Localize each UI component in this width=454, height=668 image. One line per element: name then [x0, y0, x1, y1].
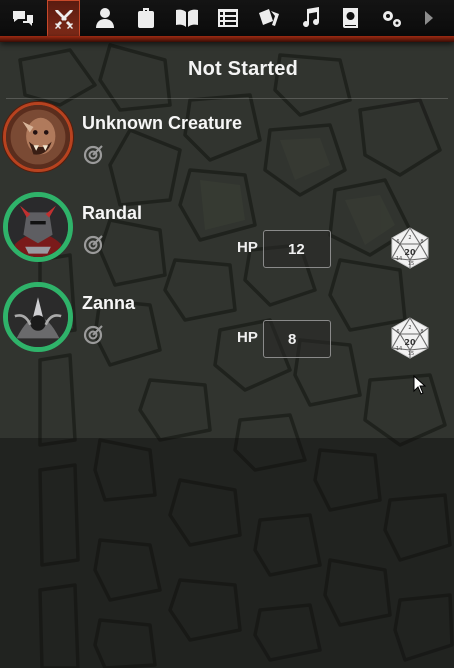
open-book-icon — [175, 9, 198, 27]
list-icon — [217, 9, 238, 27]
hooded-figure-portrait — [8, 287, 68, 347]
chat-bubbles-icon — [12, 11, 33, 26]
combatant-name: Zanna — [82, 293, 136, 313]
crossed-swords-icon — [54, 10, 73, 29]
svg-text:14: 14 — [396, 256, 402, 262]
tab-combat[interactable] — [47, 0, 80, 38]
music-note-icon — [302, 7, 319, 28]
tab-cards[interactable] — [252, 1, 285, 35]
svg-text:8: 8 — [420, 329, 423, 335]
tab-compendium[interactable] — [334, 1, 367, 35]
svg-text:20: 20 — [404, 248, 416, 257]
target-icon[interactable] — [82, 324, 104, 346]
svg-text:2: 2 — [408, 235, 411, 241]
backpack-icon — [137, 8, 154, 28]
hp-input[interactable] — [263, 230, 331, 268]
target-icon[interactable] — [82, 144, 104, 166]
roll-initiative-button[interactable]: 20 6 2 8 14 15 — [388, 316, 432, 360]
svg-text:15: 15 — [408, 351, 414, 357]
gears-icon — [382, 11, 401, 27]
combatant-name: Randal — [82, 203, 143, 223]
combatant-row[interactable]: Randal HP 20 6 2 8 14 15 — [0, 192, 454, 276]
tab-playlists[interactable] — [293, 1, 326, 35]
tab-collapse[interactable] — [420, 1, 438, 35]
target-icon[interactable] — [82, 234, 104, 256]
svg-text:6: 6 — [396, 239, 399, 245]
svg-text:15: 15 — [408, 261, 414, 267]
svg-text:14: 14 — [396, 346, 402, 352]
atlas-icon — [342, 8, 358, 28]
caret-right-icon — [425, 11, 433, 25]
combatant-row[interactable]: Zanna HP 20 6 2 8 14 15 — [0, 282, 454, 366]
svg-text:6: 6 — [396, 329, 399, 335]
empty-tracker-area — [0, 438, 454, 668]
roll-initiative-button[interactable]: 20 6 2 8 14 15 — [388, 226, 432, 270]
d20-icon: 20 6 2 8 14 15 — [391, 226, 429, 269]
tab-settings[interactable] — [375, 1, 408, 35]
hp-label: HP — [237, 329, 258, 346]
tab-journal[interactable] — [170, 1, 203, 35]
avatar[interactable] — [3, 102, 73, 172]
hp-label: HP — [237, 239, 258, 256]
hp-input[interactable] — [263, 320, 331, 358]
sidebar-tab-bar — [0, 0, 454, 38]
header-divider — [6, 98, 448, 99]
combatant-name: Unknown Creature — [82, 113, 243, 133]
person-icon — [95, 8, 114, 28]
svg-text:20: 20 — [404, 338, 416, 347]
svg-text:8: 8 — [420, 239, 423, 245]
avatar[interactable] — [3, 192, 73, 262]
tab-items[interactable] — [129, 1, 162, 35]
tab-tables[interactable] — [211, 1, 244, 35]
tab-chat[interactable] — [6, 1, 39, 35]
avatar[interactable] — [3, 282, 73, 352]
d20-icon: 20 6 2 8 14 15 — [391, 316, 429, 359]
mouse-cursor-icon — [413, 375, 427, 395]
tab-bar-border — [0, 36, 454, 42]
tab-actors[interactable] — [88, 1, 121, 35]
creature-portrait — [6, 105, 70, 169]
knight-portrait — [8, 197, 68, 257]
combatant-row[interactable]: Unknown Creature — [0, 102, 454, 186]
playing-cards-icon — [258, 9, 279, 26]
encounter-status: Not Started — [188, 58, 298, 80]
svg-text:2: 2 — [408, 325, 411, 331]
